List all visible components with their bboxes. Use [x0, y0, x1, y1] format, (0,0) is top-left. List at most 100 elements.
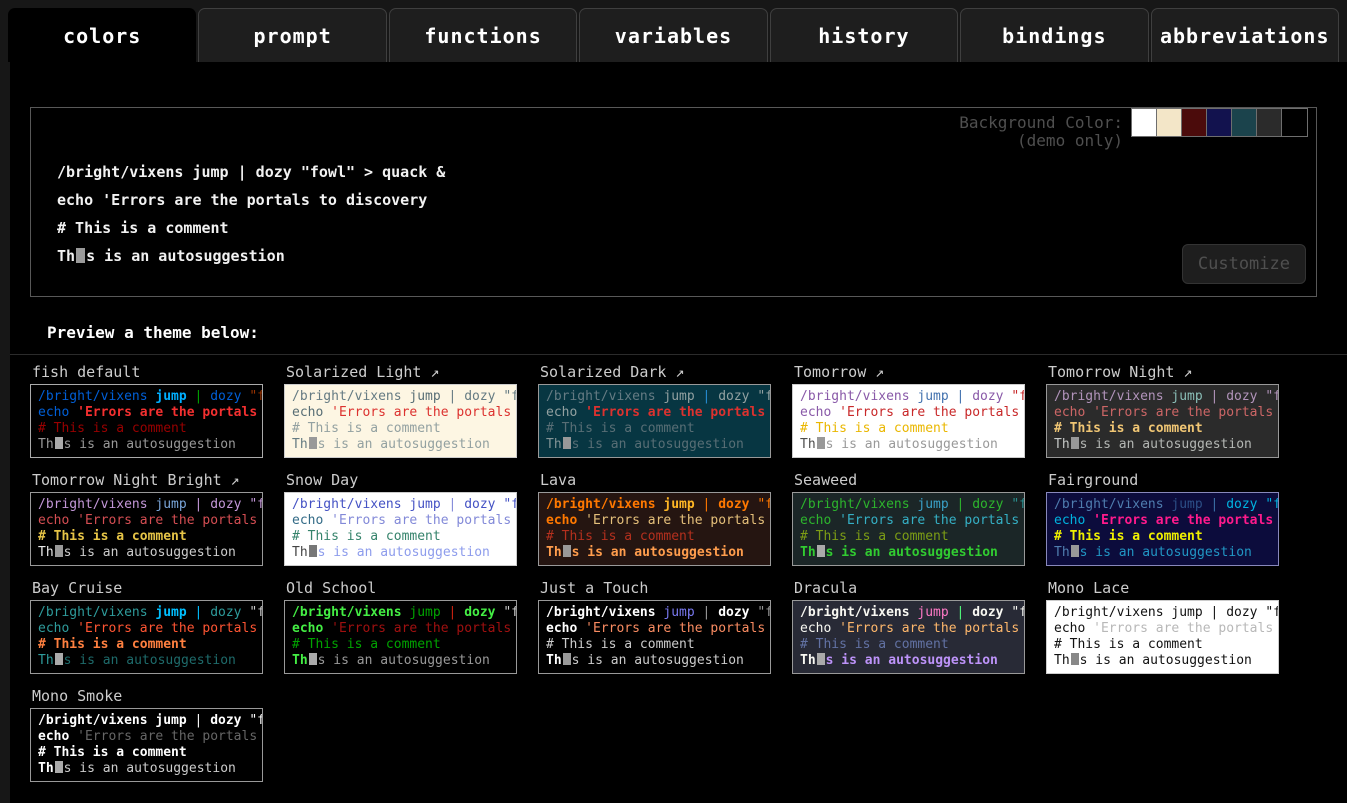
theme-card-fairground[interactable]: /bright/vixens jump | dozy "fowl" > quac… [1046, 492, 1279, 566]
token-squote: 'Errors are the portals to discovery [331, 513, 517, 528]
theme-card-seaweed[interactable]: /bright/vixens jump | dozy "fowl" > quac… [792, 492, 1025, 566]
token-suggestion: s is an autosuggestion [572, 437, 744, 452]
token-squote: 'Errors are the portals to discovery [1093, 621, 1279, 636]
token-squote: 'Errors are the portals to discovery [77, 513, 263, 528]
tab-colors[interactable]: colors [8, 8, 196, 62]
token-jump: jump [155, 605, 194, 620]
theme-title-just-a-touch[interactable]: Just a Touch [538, 577, 771, 600]
tab-abbreviations[interactable]: abbreviations [1151, 8, 1339, 62]
card-line-3: # This is a comment [38, 637, 262, 653]
card-line-1: /bright/vixens jump | dozy "fowl" > quac… [292, 389, 516, 405]
card-line-4: Ths is an autosuggestion [38, 437, 262, 453]
token-typed: Th [546, 653, 562, 668]
theme-title-seaweed[interactable]: Seaweed [792, 469, 1025, 492]
token-dozy: dozy [464, 497, 503, 512]
token-echo: echo [1054, 621, 1093, 636]
card-line-4: Ths is an autosuggestion [38, 545, 262, 561]
tab-prompt[interactable]: prompt [198, 8, 386, 62]
token-dozy: dozy [210, 605, 249, 620]
theme-title-tomorrow-night-bright[interactable]: Tomorrow Night Bright ↗ [30, 469, 263, 492]
background-swatches [1131, 108, 1308, 137]
theme-title-solarized-light[interactable]: Solarized Light ↗ [284, 361, 517, 384]
theme-card-mono-smoke[interactable]: /bright/vixens jump | dozy "fowl" > quac… [30, 708, 263, 782]
token-quote2: "fowl" > quack & [1011, 605, 1025, 620]
token-pipe: | [195, 605, 211, 620]
theme-title-fairground[interactable]: Fairground [1046, 469, 1279, 492]
theme-title-mono-lace[interactable]: Mono Lace [1046, 577, 1279, 600]
tab-bar: colorspromptfunctionsvariableshistorybin… [0, 0, 1347, 62]
token-pipe: | [1211, 605, 1227, 620]
token-dozy: dozy [1226, 389, 1265, 404]
content-panel: Background Color: (demo only) /bright/vi… [10, 62, 1347, 803]
background-swatch-4[interactable] [1207, 109, 1232, 136]
token-squote: 'Errors are the portals to discovery [839, 405, 1025, 420]
token-jump: jump [155, 713, 194, 728]
token-jump: jump [917, 497, 956, 512]
token-comment: # This is a comment [1054, 421, 1203, 436]
token-dozy: dozy [972, 605, 1011, 620]
tab-variables[interactable]: variables [579, 8, 767, 62]
token-path: /bright/vixens [1054, 497, 1171, 512]
background-color-label: Background Color: (demo only) [959, 106, 1123, 150]
card-line-3: # This is a comment [38, 745, 262, 761]
theme-block-seaweed: Seaweed/bright/vixens jump | dozy "fowl"… [792, 469, 1025, 566]
card-line-2: echo 'Errors are the portals to discover… [38, 621, 262, 637]
tab-history[interactable]: history [770, 8, 958, 62]
theme-card-solarized-light[interactable]: /bright/vixens jump | dozy "fowl" > quac… [284, 384, 517, 458]
token-dozy: dozy [210, 389, 249, 404]
background-swatch-5[interactable] [1232, 109, 1257, 136]
token-echo: echo [546, 513, 585, 528]
theme-title-mono-smoke[interactable]: Mono Smoke [30, 685, 263, 708]
theme-card-dracula[interactable]: /bright/vixens jump | dozy "fowl" > quac… [792, 600, 1025, 674]
customize-button[interactable]: Customize [1182, 244, 1306, 284]
background-swatch-6[interactable] [1257, 109, 1282, 136]
token-path: /bright/vixens [546, 389, 663, 404]
theme-card-just-a-touch[interactable]: /bright/vixens jump | dozy "fowl" > quac… [538, 600, 771, 674]
theme-card-tomorrow-night-bright[interactable]: /bright/vixens jump | dozy "fowl" > quac… [30, 492, 263, 566]
card-line-1: /bright/vixens jump | dozy "fowl" > quac… [38, 497, 262, 513]
tab-bindings[interactable]: bindings [960, 8, 1148, 62]
terminal-preview: /bright/vixens jump | dozy "fowl" > quac… [57, 158, 445, 270]
theme-block-bay-cruise: Bay Cruise/bright/vixens jump | dozy "fo… [30, 577, 263, 674]
theme-title-tomorrow-night[interactable]: Tomorrow Night ↗ [1046, 361, 1279, 384]
token-echo: echo [1054, 513, 1093, 528]
token-path: /bright/vixens [1054, 389, 1171, 404]
token-suggestion: s is an autosuggestion [572, 545, 744, 560]
theme-title-dracula[interactable]: Dracula [792, 577, 1025, 600]
theme-title-fish-default[interactable]: fish default [30, 361, 263, 384]
token-pipe: | [449, 389, 465, 404]
theme-title-solarized-dark[interactable]: Solarized Dark ↗ [538, 361, 771, 384]
theme-card-snow-day[interactable]: /bright/vixens jump | dozy "fowl" > quac… [284, 492, 517, 566]
theme-card-bay-cruise[interactable]: /bright/vixens jump | dozy "fowl" > quac… [30, 600, 263, 674]
theme-card-tomorrow-night[interactable]: /bright/vixens jump | dozy "fowl" > quac… [1046, 384, 1279, 458]
theme-card-solarized-dark[interactable]: /bright/vixens jump | dozy "fowl" > quac… [538, 384, 771, 458]
token-quote2: "fowl" > quack & [1265, 605, 1279, 620]
token-quote2: "fowl" > quack & [1011, 389, 1025, 404]
theme-card-fish-default[interactable]: /bright/vixens jump | dozy "fowl" > quac… [30, 384, 263, 458]
theme-card-lava[interactable]: /bright/vixens jump | dozy "fowl" > quac… [538, 492, 771, 566]
theme-card-mono-lace[interactable]: /bright/vixens jump | dozy "fowl" > quac… [1046, 600, 1279, 674]
theme-title-bay-cruise[interactable]: Bay Cruise [30, 577, 263, 600]
theme-card-tomorrow[interactable]: /bright/vixens jump | dozy "fowl" > quac… [792, 384, 1025, 458]
background-swatch-7[interactable] [1282, 109, 1307, 136]
card-line-4: Ths is an autosuggestion [1054, 545, 1278, 561]
theme-card-old-school[interactable]: /bright/vixens jump | dozy "fowl" > quac… [284, 600, 517, 674]
token-pipe: | [703, 497, 719, 512]
token-squote: 'Errors are the portals to discovery [331, 621, 517, 636]
card-line-4: Ths is an autosuggestion [1054, 653, 1278, 669]
terminal-line-2: echo 'Errors are the portals to discover… [57, 186, 445, 214]
token-typed: Th [292, 437, 308, 452]
background-swatch-3[interactable] [1182, 109, 1207, 136]
theme-title-snow-day[interactable]: Snow Day [284, 469, 517, 492]
token-echo: echo [292, 621, 331, 636]
theme-title-old-school[interactable]: Old School [284, 577, 517, 600]
theme-title-lava[interactable]: Lava [538, 469, 771, 492]
background-swatch-2[interactable] [1157, 109, 1182, 136]
cursor-block [309, 653, 317, 665]
token-quote2: "fowl" > quack & [757, 389, 771, 404]
token-squote: 'Errors are the portals to discovery [77, 729, 263, 744]
tab-functions[interactable]: functions [389, 8, 577, 62]
background-swatch-1[interactable] [1132, 109, 1157, 136]
theme-title-tomorrow[interactable]: Tomorrow ↗ [792, 361, 1025, 384]
terminal-line-4: Ths is an autosuggestion [57, 242, 445, 270]
